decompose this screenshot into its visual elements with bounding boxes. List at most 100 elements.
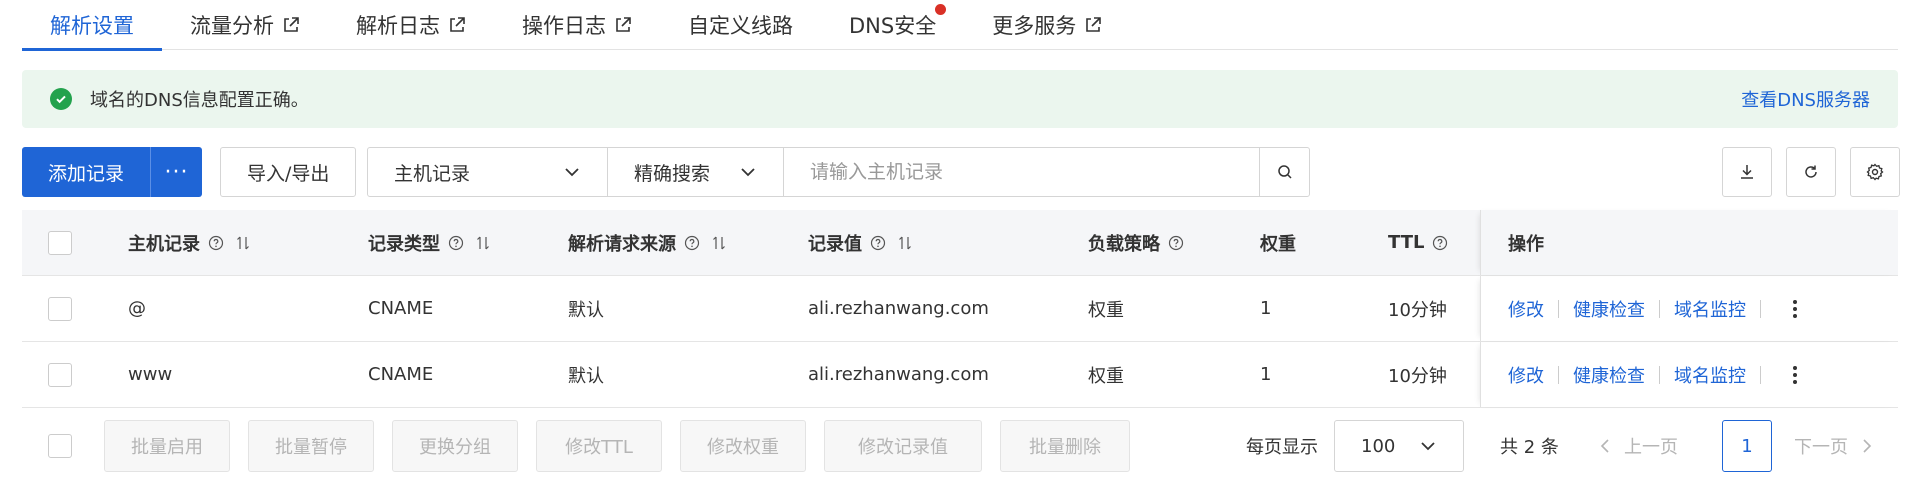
row-checkbox[interactable] xyxy=(48,296,72,321)
help-icon[interactable] xyxy=(684,235,700,251)
page-number-current[interactable]: 1 xyxy=(1722,420,1772,472)
row-checkbox[interactable] xyxy=(48,362,72,387)
edit-link[interactable]: 修改 xyxy=(1508,362,1544,388)
host-cell: @ xyxy=(128,298,146,319)
divider xyxy=(1558,365,1559,384)
help-icon[interactable] xyxy=(870,235,886,251)
health-check-link[interactable]: 健康检查 xyxy=(1573,362,1645,388)
column-label: TTL xyxy=(1388,232,1425,253)
column-source[interactable]: 解析请求来源 xyxy=(568,210,726,275)
host-record-search-input[interactable] xyxy=(784,148,1259,196)
sort-icon[interactable] xyxy=(898,235,912,251)
refresh-icon xyxy=(1805,165,1817,178)
tab-operation-log[interactable]: 操作日志 xyxy=(494,0,660,50)
search-button[interactable] xyxy=(1259,148,1309,196)
more-vertical-icon[interactable] xyxy=(1793,299,1797,318)
source-cell: 默认 xyxy=(568,365,604,387)
tab-more-services[interactable]: 更多服务 xyxy=(964,0,1130,50)
field-select[interactable]: 主机记录 xyxy=(368,148,608,196)
column-value[interactable]: 记录值 xyxy=(808,210,912,275)
tab-custom-line[interactable]: 自定义线路 xyxy=(660,0,821,50)
value-cell: ali.rezhanwang.com xyxy=(808,364,989,385)
change-group-button[interactable]: 更换分组 xyxy=(392,420,518,472)
divider xyxy=(1760,365,1761,384)
batch-pause-button[interactable]: 批量暂停 xyxy=(248,420,374,472)
sort-icon[interactable] xyxy=(712,235,726,251)
chevron-left-icon xyxy=(1600,439,1609,453)
external-link-icon xyxy=(616,17,631,32)
settings-icon xyxy=(1866,163,1884,181)
ttl-cell: 10分钟 xyxy=(1388,299,1447,321)
search-group: 主机记录 精确搜索 xyxy=(367,147,1310,197)
search-icon xyxy=(1277,165,1292,179)
help-icon[interactable] xyxy=(1168,235,1184,251)
settings-button[interactable] xyxy=(1850,147,1900,197)
divider xyxy=(1760,299,1761,318)
view-dns-servers-link[interactable]: 查看DNS服务器 xyxy=(1741,86,1870,112)
download-button[interactable] xyxy=(1722,147,1772,197)
modify-value-button[interactable]: 修改记录值 xyxy=(824,420,982,472)
next-page-button[interactable]: 下一页 xyxy=(1794,420,1874,472)
chevron-down-icon xyxy=(1421,442,1435,451)
select-all-checkbox[interactable] xyxy=(48,230,72,255)
column-label: 解析请求来源 xyxy=(568,233,676,255)
modify-ttl-button[interactable]: 修改TTL xyxy=(536,420,662,472)
divider xyxy=(1659,365,1660,384)
column-host[interactable]: 主机记录 xyxy=(128,210,250,275)
column-strategy: 负载策略 xyxy=(1088,210,1184,275)
external-link-icon xyxy=(450,17,465,32)
add-record-button[interactable]: 添加记录 xyxy=(22,147,151,197)
tab-bar: 解析设置 流量分析 解析日志 操作日志 自定义线路 DNS安全 更多服务 xyxy=(22,0,1898,51)
more-vertical-icon[interactable] xyxy=(1793,365,1797,384)
health-check-link[interactable]: 健康检查 xyxy=(1573,296,1645,322)
modify-weight-button[interactable]: 修改权重 xyxy=(680,420,806,472)
import-export-button[interactable]: 导入/导出 xyxy=(220,147,357,197)
help-icon[interactable] xyxy=(208,235,224,251)
column-label: 记录类型 xyxy=(368,233,440,255)
tab-dns-settings[interactable]: 解析设置 xyxy=(22,0,162,51)
tab-label: 解析日志 xyxy=(356,14,440,38)
column-label: 权重 xyxy=(1260,233,1296,255)
tab-traffic-analysis[interactable]: 流量分析 xyxy=(162,0,328,50)
tab-label: 解析设置 xyxy=(50,14,134,38)
download-icon xyxy=(1741,165,1753,179)
tab-label: 流量分析 xyxy=(190,14,274,38)
type-cell: CNAME xyxy=(368,298,434,319)
tab-dns-security[interactable]: DNS安全 xyxy=(821,0,964,50)
domain-monitor-link[interactable]: 域名监控 xyxy=(1674,362,1746,388)
alert-message: 域名的DNS信息配置正确。 xyxy=(90,90,309,111)
next-page-label: 下一页 xyxy=(1794,437,1848,458)
chevron-down-icon xyxy=(565,168,579,177)
footer-select-all-checkbox[interactable] xyxy=(48,434,72,458)
column-label: 操作 xyxy=(1508,233,1544,255)
column-label: 负载策略 xyxy=(1088,233,1160,255)
external-link-icon xyxy=(1086,17,1102,32)
row-actions: 修改 健康检查 域名监控 xyxy=(1508,342,1797,407)
domain-monitor-link[interactable]: 域名监控 xyxy=(1674,296,1746,322)
match-select[interactable]: 精确搜索 xyxy=(608,148,784,196)
more-actions-button[interactable]: ··· xyxy=(150,147,203,197)
column-ttl: TTL xyxy=(1388,210,1448,275)
page-size-label: 每页显示 xyxy=(1246,437,1318,458)
column-weight: 权重 xyxy=(1260,210,1296,275)
source-cell: 默认 xyxy=(568,299,604,321)
dns-settings-page: 解析设置 流量分析 解析日志 操作日志 自定义线路 DNS安全 更多服务 域名的… xyxy=(0,0,1920,479)
tab-label: 操作日志 xyxy=(522,14,606,38)
edit-link[interactable]: 修改 xyxy=(1508,296,1544,322)
column-type[interactable]: 记录类型 xyxy=(368,210,490,275)
sort-icon[interactable] xyxy=(236,235,250,251)
tab-label: 更多服务 xyxy=(992,14,1077,38)
help-icon[interactable] xyxy=(1432,235,1448,251)
batch-delete-button[interactable]: 批量删除 xyxy=(1000,420,1130,472)
ttl-cell: 10分钟 xyxy=(1388,365,1447,387)
refresh-button[interactable] xyxy=(1786,147,1836,197)
batch-enable-button[interactable]: 批量启用 xyxy=(104,420,230,472)
prev-page-button[interactable]: 上一页 xyxy=(1598,420,1678,472)
toolbar: 添加记录 ··· 导入/导出 xyxy=(22,147,357,197)
help-icon[interactable] xyxy=(448,235,464,251)
column-label: 记录值 xyxy=(808,233,862,255)
page-size-value: 100 xyxy=(1361,435,1396,457)
tab-resolution-log[interactable]: 解析日志 xyxy=(328,0,494,50)
page-size-select[interactable]: 100 xyxy=(1334,420,1464,472)
sort-icon[interactable] xyxy=(476,235,490,251)
